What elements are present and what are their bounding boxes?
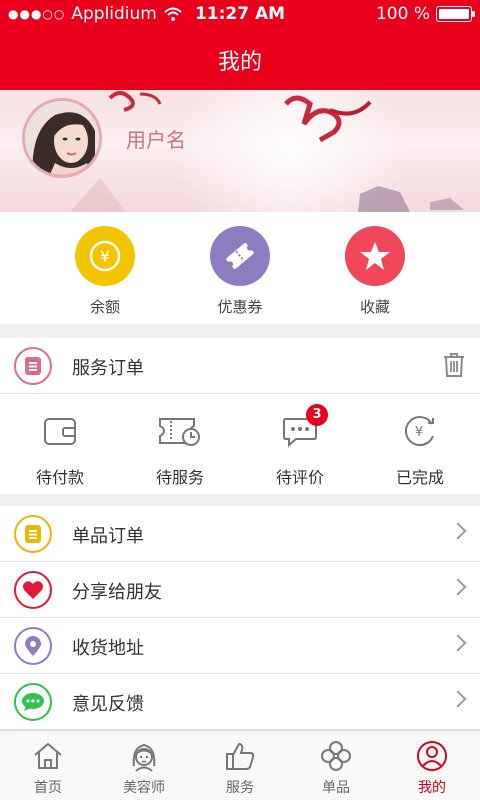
coupon-label: 优惠券 xyxy=(217,298,263,316)
tab-beautician[interactable]: 美容师 xyxy=(96,739,192,797)
tab-mine-label: 我的 xyxy=(418,780,446,796)
profile-icon xyxy=(417,741,447,771)
service-orders-title: 服务订单 xyxy=(72,358,144,379)
favorites-button[interactable]: 收藏 xyxy=(320,226,430,317)
flower-icon xyxy=(321,741,351,771)
location-icon xyxy=(14,627,52,665)
shipping-address-label: 收货地址 xyxy=(72,638,144,659)
order-list-icon xyxy=(14,347,52,385)
beautician-icon xyxy=(132,743,156,772)
status-bar: ●●●○○ Applidium 11:27 AM 100 % xyxy=(0,0,480,30)
tab-service[interactable]: 服务 xyxy=(192,739,288,797)
wallet-row: ¥ 余额 优惠券 收藏 xyxy=(0,212,480,324)
home-icon xyxy=(34,742,62,769)
yuan-coin-icon: ¥ xyxy=(75,226,135,286)
svg-text:¥: ¥ xyxy=(415,425,423,440)
pending-review-button[interactable]: 3 待评价 xyxy=(240,404,360,488)
coupon-icon xyxy=(210,226,270,286)
chevron-right-icon xyxy=(449,634,467,652)
pending-payment-label: 待付款 xyxy=(35,468,84,487)
tab-bar: 首页 美容师 服务 单品 我的 xyxy=(0,730,480,800)
tab-service-label: 服务 xyxy=(226,780,254,796)
profile-banner[interactable]: 用户名 xyxy=(0,90,480,212)
tab-beautician-label: 美容师 xyxy=(123,780,165,796)
favorites-label: 收藏 xyxy=(359,298,390,316)
product-orders-label: 单品订单 xyxy=(72,526,144,547)
avatar[interactable] xyxy=(22,98,102,178)
tab-products-label: 单品 xyxy=(322,780,350,796)
list-icon xyxy=(14,515,52,553)
completed-label: 已完成 xyxy=(395,468,444,487)
tab-home-label: 首页 xyxy=(34,780,62,796)
product-orders-row[interactable]: 单品订单 xyxy=(0,506,480,562)
feedback-row[interactable]: 意见反馈 xyxy=(0,674,480,730)
ticket-clock-icon xyxy=(159,418,200,446)
service-orders-header[interactable]: 服务订单 xyxy=(0,338,480,394)
shipping-address-row[interactable]: 收货地址 xyxy=(0,618,480,674)
trash-icon[interactable] xyxy=(442,352,466,378)
nav-bar: 我的 xyxy=(0,30,480,90)
completed-button[interactable]: ¥ 已完成 xyxy=(360,412,480,488)
balance-button[interactable]: ¥ 余额 xyxy=(50,226,160,317)
chat-icon xyxy=(14,683,52,721)
pending-service-label: 待服务 xyxy=(155,468,204,487)
feedback-label: 意见反馈 xyxy=(72,694,144,715)
star-icon xyxy=(345,226,405,286)
wallet-icon xyxy=(44,418,76,445)
chevron-right-icon xyxy=(449,690,467,708)
status-right: 100 % xyxy=(375,4,475,24)
pending-service-button[interactable]: 待服务 xyxy=(120,412,240,488)
thumbs-up-icon xyxy=(226,742,255,770)
tab-home[interactable]: 首页 xyxy=(0,739,96,797)
coupon-button[interactable]: 优惠券 xyxy=(185,226,295,317)
heart-icon xyxy=(14,571,52,609)
page-title: 我的 xyxy=(217,50,262,75)
svg-text:¥: ¥ xyxy=(100,247,110,266)
pending-review-label: 待评价 xyxy=(275,468,324,487)
tab-mine[interactable]: 我的 xyxy=(384,739,480,797)
share-friends-row[interactable]: 分享给朋友 xyxy=(0,562,480,618)
service-orders-section: 服务订单 待付款 待服务 3 待评价 ¥ 已完成 xyxy=(0,338,480,494)
pending-payment-button[interactable]: 待付款 xyxy=(0,412,120,488)
review-count-badge: 3 xyxy=(306,404,328,426)
balance-label: 余额 xyxy=(89,298,120,316)
chevron-right-icon xyxy=(449,578,467,596)
username[interactable]: 用户名 xyxy=(126,124,186,153)
chevron-right-icon xyxy=(449,522,467,540)
share-friends-label: 分享给朋友 xyxy=(72,582,162,603)
yuan-refresh-icon: ¥ xyxy=(404,416,434,446)
battery-percent: 100 % xyxy=(375,4,430,24)
tab-products[interactable]: 单品 xyxy=(288,739,384,797)
battery-icon xyxy=(436,6,475,22)
